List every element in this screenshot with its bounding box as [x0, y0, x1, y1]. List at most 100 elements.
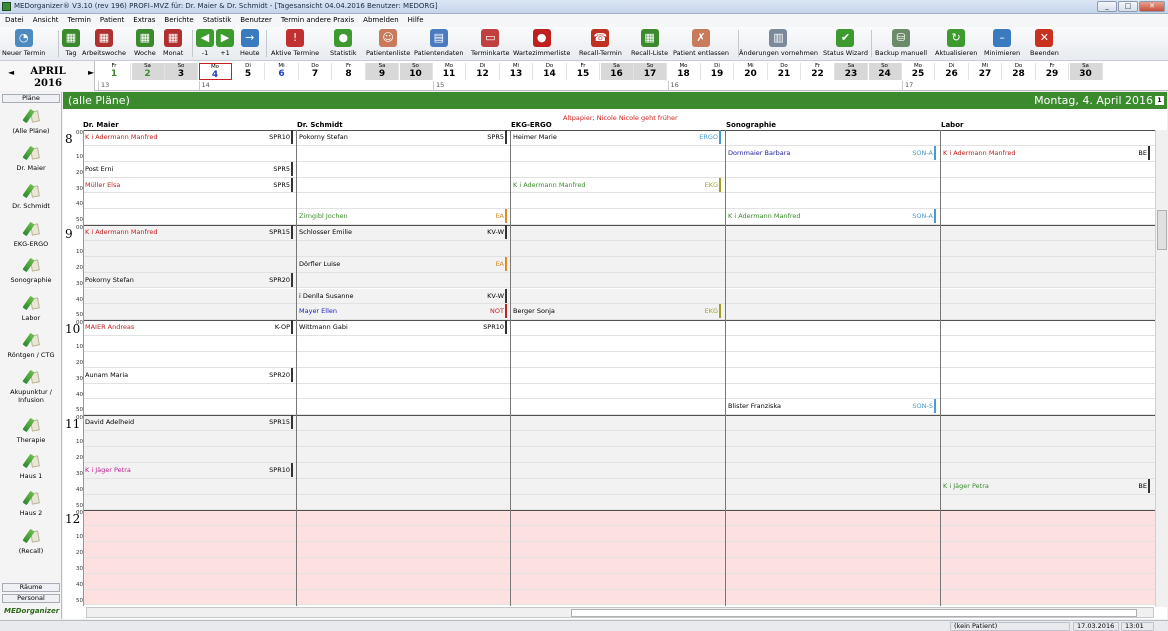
toolbar-button-7[interactable]: → Heute	[240, 29, 260, 57]
appointment-16[interactable]: Heimer Marie ERGO	[513, 130, 721, 144]
time-slot-row[interactable]	[83, 605, 1155, 606]
appointment-21[interactable]: Blister Franziska SON-S	[728, 399, 936, 414]
time-slot-row[interactable]	[83, 288, 1155, 305]
time-slot-row[interactable]	[83, 384, 1155, 400]
time-slot-row[interactable]	[83, 510, 1155, 527]
day-cell-11[interactable]: Mo 11	[433, 63, 466, 80]
time-slot-row[interactable]	[83, 494, 1155, 511]
time-slot-row[interactable]	[83, 352, 1155, 368]
appointment-22[interactable]: K i Adermann Manfred BE	[943, 145, 1150, 160]
toolbar-button-5[interactable]: ◀ -1	[196, 29, 214, 57]
appointment-6[interactable]: Aunam Maria SPR20	[85, 367, 293, 382]
prev-month-button[interactable]: ◄	[8, 68, 14, 77]
day-cell-18[interactable]: Mo 18	[668, 63, 701, 80]
appointment-18[interactable]: Berger Sonja EKG	[513, 304, 721, 319]
time-slot-row[interactable]	[83, 431, 1155, 447]
toolbar-button-13[interactable]: ● Wartezimmerliste	[513, 29, 570, 57]
plan-1[interactable]: Dr. Maier	[0, 145, 62, 172]
appointment-1[interactable]: Post Erni SPR5	[85, 161, 293, 176]
toolbar-button-21[interactable]: – Minimieren	[984, 29, 1020, 57]
menu-4[interactable]: Extras	[128, 14, 159, 24]
horizontal-scrollbar[interactable]	[86, 607, 1154, 618]
menu-1[interactable]: Ansicht	[28, 14, 63, 24]
close-window-button[interactable]: ✕	[1139, 1, 1165, 12]
menu-9[interactable]: Abmelden	[358, 14, 403, 24]
plan-10[interactable]: Haus 2	[0, 490, 62, 517]
menu-7[interactable]: Benutzer	[235, 14, 276, 24]
toolbar-button-20[interactable]: ↻ Aktualisieren	[935, 29, 977, 57]
day-cell-14[interactable]: Do 14	[534, 63, 567, 80]
time-slot-row[interactable]	[83, 193, 1155, 210]
day-cell-3[interactable]: So 3	[165, 63, 198, 80]
menu-3[interactable]: Patient	[95, 14, 128, 24]
day-cell-20[interactable]: Mi 20	[735, 63, 768, 80]
plan-11[interactable]: (Recall)	[0, 528, 62, 555]
time-slot-row[interactable]	[83, 542, 1155, 558]
appointment-19[interactable]: Dornmaier Barbara SON-A	[728, 145, 936, 160]
minimize-window-button[interactable]: _	[1097, 1, 1117, 12]
day-cell-2[interactable]: Sa 2	[131, 63, 165, 80]
plan-9[interactable]: Haus 1	[0, 453, 62, 480]
staff-button[interactable]: Personal	[2, 594, 60, 603]
toolbar-button-16[interactable]: ✗ Patient entlassen	[673, 29, 729, 57]
day-cell-10[interactable]: So 10	[399, 63, 433, 80]
vertical-scrollbar[interactable]	[1155, 130, 1167, 607]
day-cell-9[interactable]: Sa 9	[366, 63, 399, 80]
appointment-13[interactable]: i Denlla Susanne KV-W	[299, 288, 507, 303]
menu-0[interactable]: Datei	[0, 14, 28, 24]
plan-8[interactable]: Therapie	[0, 417, 62, 444]
day-cell-28[interactable]: Do 28	[1003, 63, 1036, 80]
toolbar-button-10[interactable]: ☺ Patientenliste	[366, 29, 410, 57]
appointment-7[interactable]: David Adelheid SPR15	[85, 415, 293, 430]
day-cell-26[interactable]: Di 26	[936, 63, 969, 80]
plan-4[interactable]: Sonographie	[0, 257, 62, 284]
day-cell-25[interactable]: Mo 25	[902, 63, 935, 80]
time-slot-row[interactable]	[83, 256, 1155, 273]
day-cell-21[interactable]: Do 21	[768, 63, 801, 80]
toolbar-button-15[interactable]: ▦ Recall-Liste	[631, 29, 668, 57]
appointment-4[interactable]: Pokorny Stefan SPR20	[85, 272, 293, 287]
time-slot-row[interactable]	[83, 447, 1155, 463]
day-cell-24[interactable]: So 24	[868, 63, 902, 80]
menu-10[interactable]: Hilfe	[403, 14, 428, 24]
plan-5[interactable]: Labor	[0, 295, 62, 322]
day-cell-8[interactable]: Fr 8	[333, 63, 366, 80]
day-cell-1[interactable]: Fr 1	[98, 63, 131, 80]
plan-7[interactable]: Akupunktur / Infusion	[0, 369, 62, 404]
plans-header[interactable]: Pläne	[2, 94, 60, 103]
time-slot-row[interactable]	[83, 336, 1155, 352]
time-slot-row[interactable]	[83, 573, 1155, 590]
day-cell-13[interactable]: Mi 13	[500, 63, 533, 80]
maximize-window-button[interactable]: □	[1118, 1, 1138, 12]
appointment-23[interactable]: K i Jäger Petra BE	[943, 478, 1150, 493]
plan-6[interactable]: Röntgen / CTG	[0, 332, 62, 359]
time-slot-row[interactable]	[83, 209, 1155, 226]
schedule-grid[interactable]: 00 8 10 20 30 40 50 00 9 10 20 30 40 50 00 10 10 20 30 40 50…	[63, 130, 1155, 606]
day-cell-6[interactable]: Mi 6	[266, 63, 299, 80]
day-cell-16[interactable]: Sa 16	[600, 63, 634, 80]
menu-6[interactable]: Statistik	[198, 14, 236, 24]
appointment-10[interactable]: Zirngibl Jochen EA	[299, 209, 507, 224]
appointment-0[interactable]: K i Adermann Manfred SPR10	[85, 130, 293, 144]
appointment-8[interactable]: K i Jäger Petra SPR10	[85, 462, 293, 477]
appointment-15[interactable]: Wittmann Gabi SPR10	[299, 320, 507, 335]
time-slot-row[interactable]	[83, 557, 1155, 574]
plan-3[interactable]: EKG-ERGO	[0, 221, 62, 248]
time-slot-row[interactable]	[83, 589, 1155, 606]
toolbar-button-3[interactable]: ▦ Woche	[134, 29, 156, 57]
vertical-scroll-thumb[interactable]	[1157, 210, 1167, 250]
plan-2[interactable]: Dr. Schmidt	[0, 183, 62, 210]
toolbar-button-18[interactable]: ✔ Status Wizard	[823, 29, 868, 57]
menu-2[interactable]: Termin	[63, 14, 95, 24]
appointment-2[interactable]: Müller Elsa SPR5	[85, 177, 293, 192]
toolbar-button-14[interactable]: ☎ Recall-Termin	[579, 29, 622, 57]
day-cell-22[interactable]: Fr 22	[802, 63, 835, 80]
time-slot-row[interactable]	[83, 240, 1155, 257]
toolbar-button-17[interactable]: ▥ Änderungen vornehmen	[739, 29, 818, 57]
day-cell-12[interactable]: Di 12	[467, 63, 500, 80]
horizontal-scroll-thumb[interactable]	[571, 609, 1137, 617]
calendar-icon[interactable]: 1	[1155, 96, 1164, 105]
toolbar-button-11[interactable]: ▤ Patientendaten	[414, 29, 464, 57]
day-cell-29[interactable]: Fr 29	[1036, 63, 1069, 80]
toolbar-button-9[interactable]: ● Statistik	[330, 29, 357, 57]
